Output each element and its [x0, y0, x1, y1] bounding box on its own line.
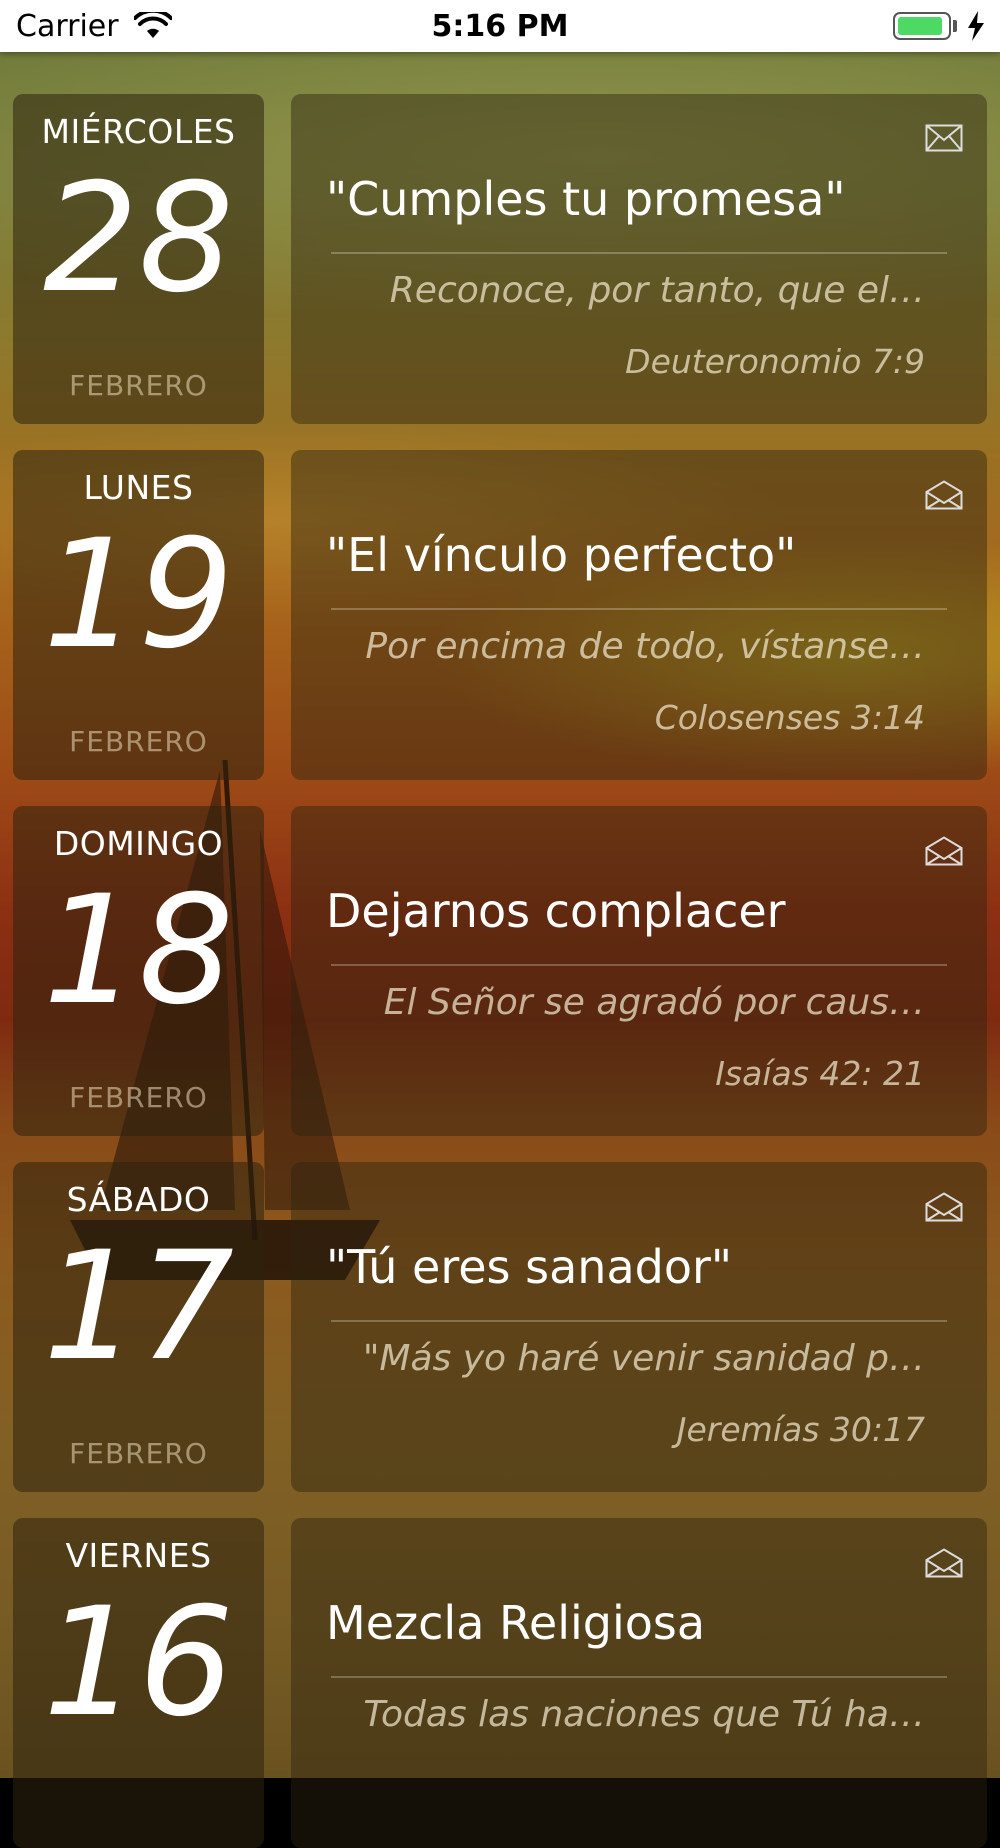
message-card[interactable]: Dejarnos complacer El Señor se agradó po…: [291, 806, 987, 1136]
divider: [331, 608, 947, 610]
status-bar: Carrier 5:16 PM: [0, 0, 1000, 52]
verse-excerpt: "Más yo haré venir sanidad p…: [362, 1338, 925, 1379]
verse-reference: Jeremías 30:17: [676, 1410, 925, 1449]
date-card[interactable]: VIERNES 16: [13, 1518, 264, 1848]
month-label: FEBRERO: [69, 1437, 208, 1470]
envelope-closed-icon: [925, 124, 963, 156]
devotional-row[interactable]: DOMINGO 18 FEBRERO Dejarnos complacer El…: [0, 806, 1000, 1136]
day-number: 28: [43, 152, 234, 326]
devotional-row[interactable]: MIÉRCOLES 28 FEBRERO "Cumples tu promesa…: [0, 94, 1000, 424]
date-card[interactable]: SÁBADO 17 FEBRERO: [13, 1162, 264, 1492]
divider: [331, 1676, 947, 1678]
weekday-label: MIÉRCOLES: [41, 112, 236, 151]
charging-bolt-icon: [966, 11, 986, 45]
message-title: "Cumples tu promesa": [326, 172, 846, 226]
day-number: 17: [43, 1220, 234, 1394]
envelope-open-icon: [925, 480, 963, 514]
day-number: 19: [43, 508, 234, 682]
day-number: 16: [43, 1576, 234, 1750]
verse-excerpt: Todas las naciones que Tú ha…: [363, 1694, 925, 1735]
envelope-open-icon: [925, 1192, 963, 1226]
month-label: FEBRERO: [69, 1081, 208, 1114]
weekday-label: DOMINGO: [53, 824, 224, 863]
divider: [331, 964, 947, 966]
month-label: FEBRERO: [69, 725, 208, 758]
divider: [331, 1320, 947, 1322]
date-card[interactable]: MIÉRCOLES 28 FEBRERO: [13, 94, 264, 424]
day-number: 18: [43, 864, 234, 1038]
date-card[interactable]: DOMINGO 18 FEBRERO: [13, 806, 264, 1136]
devotional-row[interactable]: VIERNES 16 Mezcla Religiosa Todas las na…: [0, 1518, 1000, 1848]
envelope-open-icon: [925, 1548, 963, 1582]
battery-tip: [953, 20, 957, 32]
month-label: FEBRERO: [69, 369, 208, 402]
message-title: Dejarnos complacer: [326, 884, 786, 938]
message-card[interactable]: "Tú eres sanador" "Más yo haré venir san…: [291, 1162, 987, 1492]
devotional-row[interactable]: LUNES 19 FEBRERO "El vínculo perfecto" P…: [0, 450, 1000, 780]
envelope-open-icon: [925, 836, 963, 870]
battery-icon: [893, 12, 951, 40]
message-card[interactable]: "Cumples tu promesa" Reconoce, por tanto…: [291, 94, 987, 424]
message-card[interactable]: "El vínculo perfecto" Por encima de todo…: [291, 450, 987, 780]
date-card[interactable]: LUNES 19 FEBRERO: [13, 450, 264, 780]
verse-reference: Isaías 42: 21: [715, 1054, 925, 1093]
weekday-label: LUNES: [83, 468, 194, 507]
message-title: "Tú eres sanador": [326, 1240, 733, 1294]
verse-excerpt: El Señor se agradó por caus…: [383, 982, 925, 1023]
message-title: "El vínculo perfecto": [326, 528, 797, 582]
message-title: Mezcla Religiosa: [326, 1596, 706, 1650]
clock-time: 5:16 PM: [431, 9, 569, 44]
verse-excerpt: Reconoce, por tanto, que el…: [389, 270, 925, 311]
divider: [331, 252, 947, 254]
weekday-label: VIERNES: [65, 1536, 212, 1575]
verse-reference: Deuteronomio 7:9: [625, 342, 925, 381]
verse-reference: Colosenses 3:14: [654, 698, 925, 737]
weekday-label: SÁBADO: [66, 1180, 211, 1219]
message-card[interactable]: Mezcla Religiosa Todas las naciones que …: [291, 1518, 987, 1848]
devotional-row[interactable]: SÁBADO 17 FEBRERO "Tú eres sanador" "Más…: [0, 1162, 1000, 1492]
verse-excerpt: Por encima de todo, vístanse…: [365, 626, 925, 667]
